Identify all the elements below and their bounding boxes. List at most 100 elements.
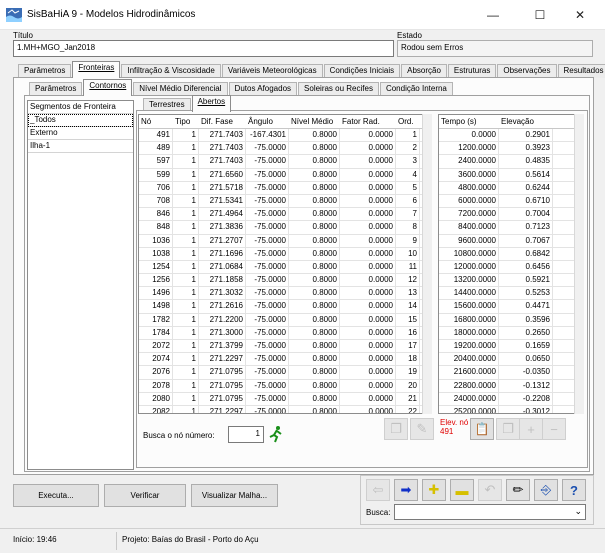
cell-dif-fase[interactable]: 271.7403 bbox=[199, 142, 246, 155]
subtab-contornos[interactable]: Contornos bbox=[83, 79, 133, 96]
cell-dif-fase[interactable]: 271.1696 bbox=[199, 247, 246, 260]
subtab-soleiras[interactable]: Soleiras ou Recifes bbox=[298, 82, 379, 96]
cell-ord[interactable]: 18 bbox=[396, 353, 420, 366]
tab-variaveis-meteorologicas[interactable]: Variáveis Meteorológicas bbox=[221, 64, 323, 78]
table-row[interactable]: 4800.0000 0.6244 bbox=[439, 181, 583, 195]
remove-elevation-button[interactable]: − bbox=[542, 418, 566, 440]
cell-ord[interactable]: 22 bbox=[396, 405, 420, 413]
table-row[interactable]: 708 1 271.5341 -75.0000 0.8000 0.0000 6 bbox=[139, 194, 431, 209]
table-row[interactable]: 13200.0000 0.5921 bbox=[439, 274, 583, 288]
cell-dif-fase[interactable]: 271.7403 bbox=[199, 155, 246, 168]
cell-tempo[interactable]: 22800.0000 bbox=[439, 379, 499, 392]
table-row[interactable]: 21600.0000 -0.0350 bbox=[439, 366, 583, 380]
cell-no[interactable]: 491 bbox=[139, 129, 173, 142]
table-row[interactable]: 0.0000 0.2901 bbox=[439, 129, 583, 143]
cell-ord[interactable]: 20 bbox=[396, 379, 420, 392]
undo-button[interactable]: ↶ bbox=[478, 479, 502, 501]
cell-angulo[interactable]: -75.0000 bbox=[246, 194, 289, 208]
cell-nivel-medio[interactable]: 0.8000 bbox=[289, 181, 340, 194]
forward-button[interactable]: ➡ bbox=[394, 479, 418, 501]
cell-tipo[interactable]: 1 bbox=[173, 181, 199, 194]
cell-tempo[interactable]: 9600.0000 bbox=[439, 234, 499, 247]
cell-dif-fase[interactable]: 271.0684 bbox=[199, 260, 246, 274]
cell-dif-fase[interactable]: 271.4964 bbox=[199, 208, 246, 221]
find-node-button[interactable] bbox=[267, 425, 285, 443]
cell-fator-rad[interactable]: 0.0000 bbox=[340, 313, 396, 326]
add-elevation-button[interactable]: + bbox=[519, 418, 543, 440]
cell-ord[interactable]: 12 bbox=[396, 274, 420, 287]
cell-ord[interactable]: 1 bbox=[396, 129, 420, 142]
cell-no[interactable]: 1784 bbox=[139, 326, 173, 339]
cell-dif-fase[interactable]: 271.2297 bbox=[199, 405, 246, 413]
cell-elevacao[interactable]: 0.3596 bbox=[499, 313, 553, 326]
tab-observacoes[interactable]: Observações bbox=[497, 64, 557, 78]
table-row[interactable]: 491 1 271.7403 -167.4301 0.8000 0.0000 1 bbox=[139, 129, 431, 143]
cell-nivel-medio[interactable]: 0.8000 bbox=[289, 366, 340, 379]
cell-no[interactable]: 1498 bbox=[139, 300, 173, 313]
cell-nivel-medio[interactable]: 0.8000 bbox=[289, 247, 340, 260]
cell-fator-rad[interactable]: 0.0000 bbox=[340, 353, 396, 366]
cell-fator-rad[interactable]: 0.0000 bbox=[340, 181, 396, 194]
table-row[interactable]: 15600.0000 0.4471 bbox=[439, 300, 583, 314]
table-row[interactable]: 1256 1 271.1858 -75.0000 0.8000 0.0000 12 bbox=[139, 274, 431, 288]
cell-elevacao[interactable]: -0.2208 bbox=[499, 392, 553, 405]
cell-no[interactable]: 597 bbox=[139, 155, 173, 168]
cell-nivel-medio[interactable]: 0.8000 bbox=[289, 340, 340, 353]
cell-nivel-medio[interactable]: 0.8000 bbox=[289, 313, 340, 326]
table-row[interactable]: 848 1 271.3836 -75.0000 0.8000 0.0000 8 bbox=[139, 221, 431, 235]
cell-ord[interactable]: 6 bbox=[396, 194, 420, 208]
close-button[interactable]: ✕ bbox=[558, 0, 602, 30]
cell-fator-rad[interactable]: 0.0000 bbox=[340, 405, 396, 413]
cell-fator-rad[interactable]: 0.0000 bbox=[340, 379, 396, 392]
cell-tipo[interactable]: 1 bbox=[173, 366, 199, 379]
cell-dif-fase[interactable]: 271.0795 bbox=[199, 379, 246, 392]
remove-button[interactable]: ▬ bbox=[450, 479, 474, 501]
cell-tempo[interactable]: 7200.0000 bbox=[439, 208, 499, 221]
cell-fator-rad[interactable]: 0.0000 bbox=[340, 155, 396, 168]
cell-nivel-medio[interactable]: 0.8000 bbox=[289, 155, 340, 168]
cell-ord[interactable]: 14 bbox=[396, 300, 420, 313]
cell-angulo[interactable]: -75.0000 bbox=[246, 168, 289, 181]
cell-tempo[interactable]: 12000.0000 bbox=[439, 260, 499, 274]
cell-no[interactable]: 1782 bbox=[139, 313, 173, 326]
segment-item-todos[interactable]: _Todos bbox=[28, 114, 133, 127]
cell-no[interactable]: 2082 bbox=[139, 405, 173, 413]
table-row[interactable]: 489 1 271.7403 -75.0000 0.8000 0.0000 2 bbox=[139, 142, 431, 156]
help-button[interactable]: ? bbox=[562, 479, 586, 501]
cell-nivel-medio[interactable]: 0.8000 bbox=[289, 379, 340, 392]
cell-no[interactable]: 2076 bbox=[139, 366, 173, 379]
cell-elevacao[interactable]: 0.6710 bbox=[499, 194, 553, 208]
cell-nivel-medio[interactable]: 0.8000 bbox=[289, 405, 340, 413]
table-row[interactable]: 3600.0000 0.5614 bbox=[439, 168, 583, 182]
cell-tipo[interactable]: 1 bbox=[173, 353, 199, 366]
cell-dif-fase[interactable]: 271.5341 bbox=[199, 194, 246, 208]
table-row[interactable]: 1038 1 271.1696 -75.0000 0.8000 0.0000 10 bbox=[139, 247, 431, 261]
cell-tipo[interactable]: 1 bbox=[173, 142, 199, 155]
cell-elevacao[interactable]: 0.0650 bbox=[499, 353, 553, 366]
cell-angulo[interactable]: -75.0000 bbox=[246, 379, 289, 392]
cell-ord[interactable]: 13 bbox=[396, 287, 420, 300]
cell-dif-fase[interactable]: 271.3032 bbox=[199, 287, 246, 300]
cell-tipo[interactable]: 1 bbox=[173, 155, 199, 168]
nodes-table[interactable]: Nó Tipo Dif. Fase Ângulo Nível Médio Fat… bbox=[138, 114, 432, 414]
table-row[interactable]: 8400.0000 0.7123 bbox=[439, 221, 583, 235]
cell-angulo[interactable]: -75.0000 bbox=[246, 155, 289, 168]
cell-angulo[interactable]: -75.0000 bbox=[246, 392, 289, 405]
cell-dif-fase[interactable]: 271.0795 bbox=[199, 366, 246, 379]
table-row[interactable]: 18000.0000 0.2650 bbox=[439, 326, 583, 340]
cell-fator-rad[interactable]: 0.0000 bbox=[340, 247, 396, 260]
cell-fator-rad[interactable]: 0.0000 bbox=[340, 340, 396, 353]
cell-angulo[interactable]: -75.0000 bbox=[246, 353, 289, 366]
cell-no[interactable]: 1038 bbox=[139, 247, 173, 260]
cell-no[interactable]: 2080 bbox=[139, 392, 173, 405]
cell-ord[interactable]: 2 bbox=[396, 142, 420, 155]
cell-ord[interactable]: 11 bbox=[396, 260, 420, 274]
cell-nivel-medio[interactable]: 0.8000 bbox=[289, 221, 340, 234]
cell-fator-rad[interactable]: 0.0000 bbox=[340, 168, 396, 181]
cell-ord[interactable]: 4 bbox=[396, 168, 420, 181]
segment-item-externo[interactable]: Externo bbox=[28, 127, 133, 140]
cell-tempo[interactable]: 15600.0000 bbox=[439, 300, 499, 313]
exit-button[interactable]: ⎆ bbox=[534, 479, 558, 501]
cell-ord[interactable]: 5 bbox=[396, 181, 420, 194]
cell-tempo[interactable]: 4800.0000 bbox=[439, 181, 499, 194]
